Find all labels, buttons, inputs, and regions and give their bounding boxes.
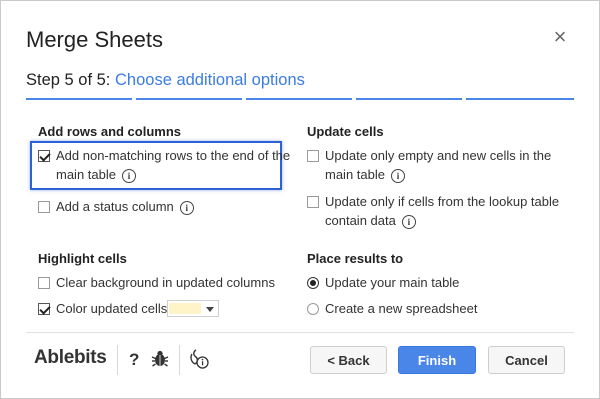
chevron-down-icon bbox=[206, 307, 214, 312]
update-empty-cells-label-line2: main table i bbox=[325, 164, 405, 186]
step-indicator: Step 5 of 5: Choose additional options bbox=[26, 71, 305, 90]
step-prefix: Step 5 of 5: bbox=[26, 71, 111, 89]
update-lookup-text: contain data bbox=[325, 213, 396, 228]
non-matching-rows-label-line2: main table i bbox=[56, 164, 136, 186]
close-icon[interactable]: × bbox=[549, 26, 571, 48]
update-lookup-checkbox[interactable] bbox=[307, 196, 319, 208]
color-updated-cells-checkbox[interactable] bbox=[38, 303, 50, 315]
progress-segment bbox=[356, 98, 462, 100]
radio-create-new-spreadsheet[interactable] bbox=[307, 303, 319, 315]
update-cells-section-title: Update cells bbox=[307, 124, 384, 139]
non-matching-rows-label-text: main table bbox=[56, 167, 116, 182]
info-icon[interactable]: i bbox=[121, 168, 136, 183]
info-icon[interactable]: i bbox=[390, 168, 405, 183]
back-button[interactable]: < Back bbox=[310, 346, 387, 374]
add-rows-section-title: Add rows and columns bbox=[38, 124, 182, 139]
update-empty-cells-checkbox[interactable] bbox=[307, 150, 319, 162]
info-icon[interactable]: i bbox=[179, 200, 194, 215]
update-lookup-label-line2: contain data i bbox=[325, 210, 416, 232]
progress-segment bbox=[136, 98, 242, 100]
ablebits-logo: Ablebits bbox=[34, 347, 107, 368]
footer-divider bbox=[26, 332, 574, 333]
status-column-text: Add a status column bbox=[56, 199, 174, 214]
place-results-section-title: Place results to bbox=[307, 251, 404, 266]
dialog-title: Merge Sheets bbox=[26, 27, 163, 52]
bug-icon-svg bbox=[151, 350, 169, 367]
non-matching-rows-checkbox[interactable] bbox=[38, 150, 50, 162]
status-column-label: Add a status column i bbox=[56, 196, 194, 218]
footer-separator bbox=[117, 345, 118, 375]
step-progress-bar bbox=[26, 98, 574, 100]
highlight-section-title: Highlight cells bbox=[38, 251, 127, 266]
radio-update-main-table[interactable] bbox=[307, 277, 319, 289]
clear-background-label: Clear background in updated columns bbox=[56, 275, 275, 290]
clear-background-checkbox[interactable] bbox=[38, 277, 50, 289]
finish-button[interactable]: Finish bbox=[398, 346, 476, 374]
color-swatch bbox=[169, 303, 201, 314]
bug-icon[interactable] bbox=[151, 349, 169, 374]
privacy-info-icon[interactable] bbox=[188, 348, 210, 375]
radio-update-main-table-label: Update your main table bbox=[325, 275, 460, 290]
footer-separator bbox=[179, 345, 180, 375]
progress-segment bbox=[246, 98, 352, 100]
color-updated-cells-label: Color updated cells bbox=[56, 301, 168, 316]
radio-create-new-spreadsheet-label: Create a new spreadsheet bbox=[325, 301, 478, 316]
step-label: Choose additional options bbox=[115, 71, 305, 89]
progress-segment bbox=[26, 98, 132, 100]
help-icon[interactable]: ? bbox=[129, 350, 139, 370]
status-column-checkbox[interactable] bbox=[38, 201, 50, 213]
cancel-button[interactable]: Cancel bbox=[488, 346, 565, 374]
progress-segment bbox=[466, 98, 574, 100]
info-icon[interactable]: i bbox=[401, 214, 416, 229]
color-picker-dropdown[interactable] bbox=[167, 300, 219, 317]
merge-sheets-dialog: Merge Sheets × Step 5 of 5: Choose addit… bbox=[0, 0, 600, 399]
privacy-info-icon-svg bbox=[190, 349, 209, 369]
update-empty-cells-text: main table bbox=[325, 167, 385, 182]
